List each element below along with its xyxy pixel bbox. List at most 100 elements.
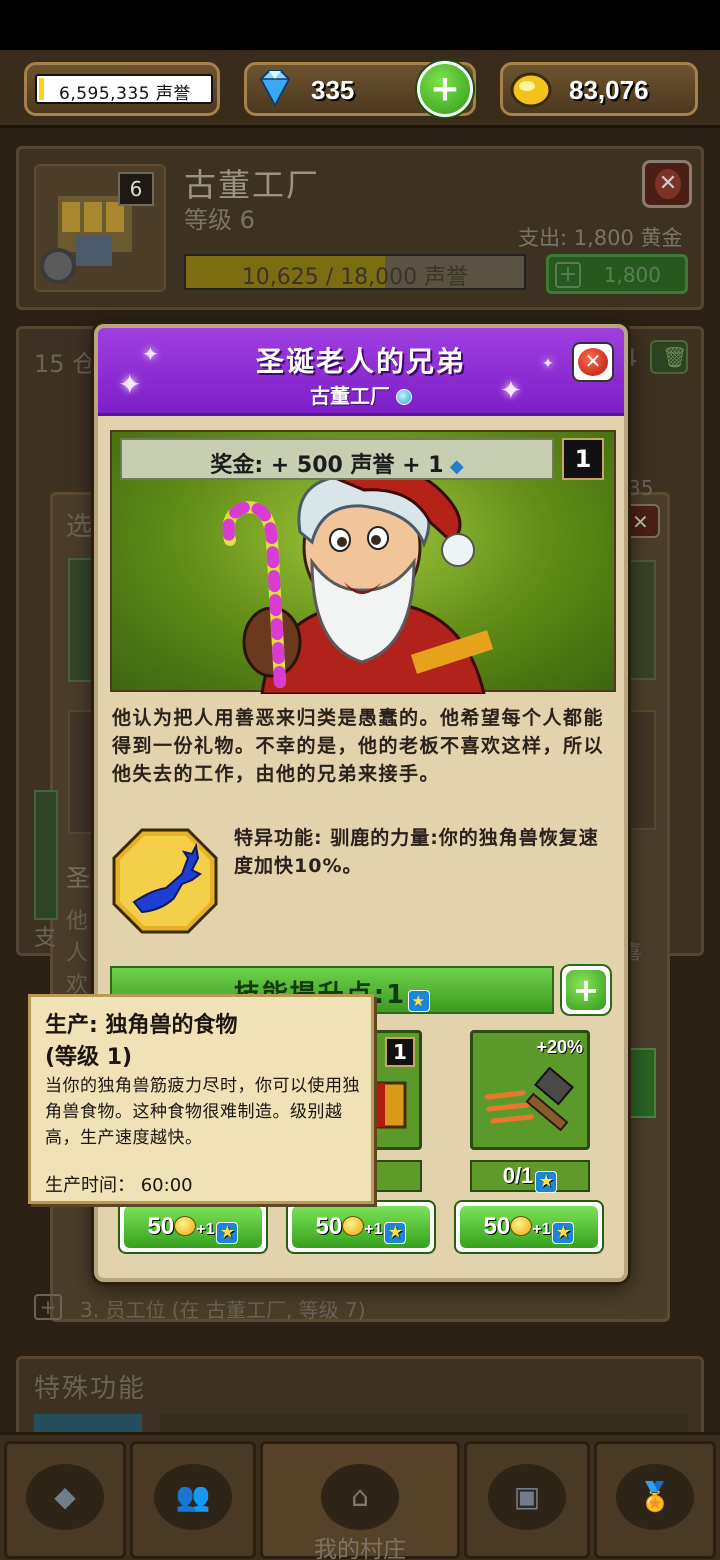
cost-button-face: 50 +1 ★ (460, 1206, 598, 1248)
special-functions-title: 特殊功能 (34, 1374, 147, 1404)
nav-tab-village[interactable]: ⌂ 我的村庄 (260, 1441, 460, 1560)
diamond-icon: ◆ (443, 456, 464, 477)
cost-plus: +1 (364, 1221, 383, 1238)
home-icon: ⌂ (351, 1480, 369, 1513)
bg-card (626, 560, 656, 680)
reindeer-icon (112, 828, 218, 934)
nav-tab-chest[interactable]: ▣ (464, 1441, 590, 1559)
tooltip-description: 当你的独角兽筋疲力尽时，你可以使用独角兽食物。这种食物很难制造。级别越高，生产速… (45, 1076, 360, 1148)
trash-button[interactable]: 🗑 (650, 340, 688, 374)
nav-tab-shop[interactable]: ◆ (4, 1441, 126, 1559)
info-orb-icon (396, 389, 412, 405)
gem-counter: 335 + (244, 61, 476, 117)
star-icon: ★ (216, 1222, 239, 1244)
building-close-button[interactable]: ✕ (642, 160, 692, 208)
plus-icon-bg: + (566, 970, 606, 1010)
close-icon: ✕ (578, 348, 608, 376)
nav-tab-people[interactable]: 👥 (130, 1441, 256, 1559)
cost-text: 50 +1 ★ (460, 1213, 598, 1244)
building-progress-text: 10,625 / 18,000 声誉 (241, 265, 469, 290)
bg-card (68, 558, 96, 682)
building-expense: 支出: 1,800 黄金 (518, 226, 683, 250)
tooltip-level: (等级 1) (45, 1045, 133, 1070)
special-ability-text: 特异功能: 驯鹿的力量:你的独角兽恢复速度加快10%。 (234, 827, 599, 877)
star-icon: ★ (384, 1222, 407, 1244)
bg-text: 他人欢 (66, 909, 89, 998)
cost-gold: 50 (147, 1213, 175, 1240)
bg-button (626, 1048, 656, 1118)
add-skill-point-button[interactable]: + (560, 964, 612, 1016)
worker-slot-label: 3. 员工位 (在 古董工厂, 等级 7) (80, 1298, 366, 1322)
gold-value: 83,076 (569, 75, 649, 105)
bonus-banner: 奖金: + 500 声誉 + 1 ◆ (120, 438, 554, 480)
hammer-icon (484, 1067, 574, 1132)
cost-gold: 50 (315, 1213, 343, 1240)
tooltip-production-time: 生产时间： 60:00 (45, 1175, 193, 1196)
skill-progress: 0/1 ★ (470, 1160, 590, 1193)
plus-icon: + (572, 971, 600, 1009)
production-tooltip: 生产: 独角兽的食物 (等级 1) 当你的独角兽筋疲力尽时，你可以使用独角兽食物… (28, 994, 374, 1204)
bonus-value: 奖金: + 500 声誉 + 1 (210, 453, 444, 478)
modal-header: ✦ ✦ ✦ ✦ 圣诞老人的兄弟 古董工厂 ✕ (98, 328, 624, 416)
skill-progress-value: 0/1 (502, 1163, 534, 1188)
top-hud: 6,595,335 声誉 335 + 83,076 (0, 50, 720, 128)
reputation-counter: 6,595,335 声誉 (24, 62, 220, 116)
nav-tab-awards[interactable]: 🏅 (594, 1441, 716, 1559)
bg-text: 圣 (66, 864, 90, 892)
status-bar (0, 0, 720, 50)
select-close-button[interactable]: ✕ (624, 504, 660, 538)
close-icon: ✕ (632, 510, 649, 534)
character-building: 古董工厂 (98, 380, 624, 409)
cost-text: 50 +1 ★ (124, 1213, 262, 1244)
character-name: 圣诞老人的兄弟 (255, 345, 466, 378)
add-worker-icon[interactable]: + (34, 1294, 62, 1320)
upgrade-building-button[interactable]: + 1,800 (546, 254, 688, 294)
cost-plus: +1 (196, 1221, 215, 1238)
skill-card-hammer[interactable]: +20% (470, 1030, 590, 1150)
diamond-icon (259, 70, 291, 108)
bg-card (68, 710, 96, 834)
upgrade-skill-button-3[interactable]: 50 +1 ★ (454, 1200, 604, 1254)
cost-plus: +1 (532, 1221, 551, 1238)
gold-coin-icon (342, 1216, 365, 1236)
gold-coin-icon (510, 1216, 533, 1236)
upgrade-skill-button-1[interactable]: 50 +1 ★ (118, 1200, 268, 1254)
trash-icon: 🗑 (662, 345, 688, 369)
cost-button-face: 50 +1 ★ (124, 1206, 262, 1248)
plus-icon: + (429, 68, 461, 110)
reputation-fill (39, 78, 44, 100)
building-level: 等级 6 (184, 206, 255, 234)
modal-close-button[interactable]: ✕ (572, 342, 614, 382)
gem-value: 335 (311, 75, 355, 105)
bg-number: 35 (628, 476, 654, 500)
people-icon: 👥 (175, 1480, 211, 1513)
star-icon: ★ (408, 990, 431, 1012)
buy-gems-button[interactable]: + (417, 61, 473, 117)
cost-text: 50 +1 ★ (292, 1213, 430, 1244)
select-title: 选 (66, 512, 93, 542)
building-level-badge: 6 (118, 172, 154, 206)
nav-village-label: 我的村庄 (314, 1537, 406, 1560)
cost-button-face: 50 +1 ★ (292, 1206, 430, 1248)
character-count-badge: 1 (562, 438, 604, 480)
medal-icon: 🏅 (637, 1480, 673, 1513)
bg-card (626, 710, 656, 830)
building-progress-bar: 10,625 / 18,000 声誉 (184, 254, 526, 290)
bonus-text: 奖金: + 500 声誉 + 1 ◆ (122, 447, 552, 479)
inventory-label: 15 仓 (34, 350, 97, 378)
bottom-nav: ◆ 👥 ⌂ 我的村庄 ▣ 🏅 (0, 1432, 720, 1560)
star-icon: ★ (552, 1222, 575, 1244)
star-icon: ★ (535, 1171, 558, 1193)
character-description: 他认为把人用善恶来归类是愚蠢的。他希望每个人都能得到一份礼物。不幸的是，他的老板… (112, 707, 605, 785)
reputation-box: 6,595,335 声誉 (35, 74, 213, 104)
tooltip-title: 生产: 独角兽的食物 (45, 1013, 238, 1038)
reputation-value: 6,595,335 声誉 (59, 84, 191, 104)
cost-gold: 50 (483, 1213, 511, 1240)
close-icon: ✕ (655, 169, 681, 199)
skill-level-badge: 1 (385, 1037, 415, 1067)
skill-bonus-badge: +20% (536, 1037, 583, 1057)
diamond-icon: ◆ (54, 1480, 76, 1513)
plus-icon: + (555, 262, 581, 288)
character-building-name: 古董工厂 (310, 384, 390, 408)
upgrade-skill-button-2[interactable]: 50 +1 ★ (286, 1200, 436, 1254)
